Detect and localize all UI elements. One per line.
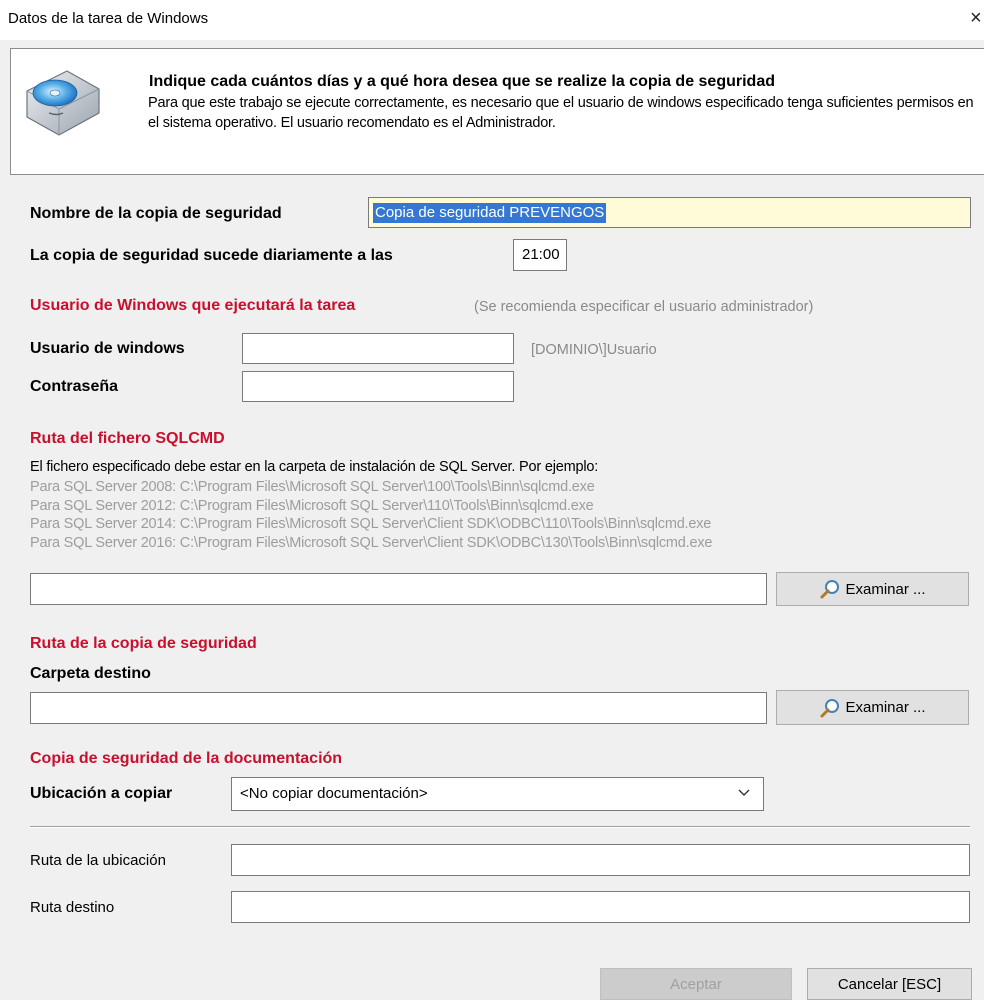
location-label: Ubicación a copiar [30,785,173,802]
title-bar: Datos de la tarea de Windows × [0,0,984,40]
chevron-down-icon [738,789,750,796]
windows-user-section-hint: (Se recomienda especificar el usuario ad… [474,299,814,315]
location-select[interactable]: <No copiar documentación> [231,777,764,811]
schedule-time-value: 21:00 [522,246,560,263]
sqlcmd-example: Para SQL Server 2012: C:\Program Files\M… [30,497,594,514]
destination-browse-button[interactable]: Examinar ... [776,690,969,725]
accept-label: Aceptar [670,975,722,993]
backup-name-label: Nombre de la copia de seguridad [30,205,282,222]
windows-user-label: Usuario de windows [30,340,185,357]
backup-path-section-title: Ruta de la copia de seguridad [30,635,257,652]
header-panel: Indique cada cuántos días y a qué hora d… [10,48,984,175]
destination-browse-label: Examinar ... [845,699,926,716]
windows-user-section-title: Usuario de Windows que ejecutará la tare… [30,297,356,314]
close-icon[interactable]: × [970,6,984,30]
destination-folder-label: Carpeta destino [30,665,151,682]
magnifier-icon [820,698,840,717]
sqlcmd-browse-button[interactable]: Examinar ... [776,572,969,606]
backup-name-input[interactable]: Copia de seguridad PREVENGOS [368,197,971,228]
password-input[interactable] [242,371,514,402]
sqlcmd-example: Para SQL Server 2008: C:\Program Files\M… [30,479,595,495]
sqlcmd-description: El fichero especificado debe estar en la… [30,459,599,475]
sqlcmd-browse-label: Examinar ... [845,580,926,598]
sqlcmd-example: Para SQL Server 2016: C:\Program Files\M… [30,534,713,551]
password-label: Contraseña [30,378,119,395]
accept-button[interactable]: Aceptar [600,968,792,1000]
header-description: Para que este trabajo se ejecute correct… [148,95,974,131]
cancel-label: Cancelar [ESC] [837,975,942,993]
backup-name-value: Copia de seguridad PREVENGOS [373,203,607,223]
location-path-label: Ruta de la ubicación [30,852,166,869]
destination-path-label: Ruta destino [30,899,115,916]
windows-user-hint: [DOMINIO\]Usuario [531,342,657,358]
window-title: Datos de la tarea de Windows [8,10,209,27]
destination-path-input[interactable] [231,891,970,923]
documentation-section-title: Copia de seguridad de la documentación [30,750,343,767]
sqlcmd-examples: Para SQL Server 2008: C:\Program Files\M… [30,478,712,552]
windows-user-input[interactable] [242,333,514,364]
cancel-button[interactable]: Cancelar [ESC] [807,968,972,1000]
separator [30,826,970,828]
magnifier-icon [820,580,840,599]
sqlcmd-example: Para SQL Server 2014: C:\Program Files\M… [30,516,712,532]
schedule-time-input[interactable]: 21:00 [513,239,567,271]
header-title: Indique cada cuántos días y a qué hora d… [149,73,775,90]
location-path-input[interactable] [231,844,970,876]
sqlcmd-path-input[interactable] [30,573,767,605]
backup-disk-icon [26,70,100,136]
destination-folder-input[interactable] [30,692,767,724]
location-selected-value: <No copiar documentación> [240,785,428,802]
sqlcmd-section-title: Ruta del fichero SQLCMD [30,430,225,447]
schedule-label: La copia de seguridad sucede diariamente… [30,247,393,264]
